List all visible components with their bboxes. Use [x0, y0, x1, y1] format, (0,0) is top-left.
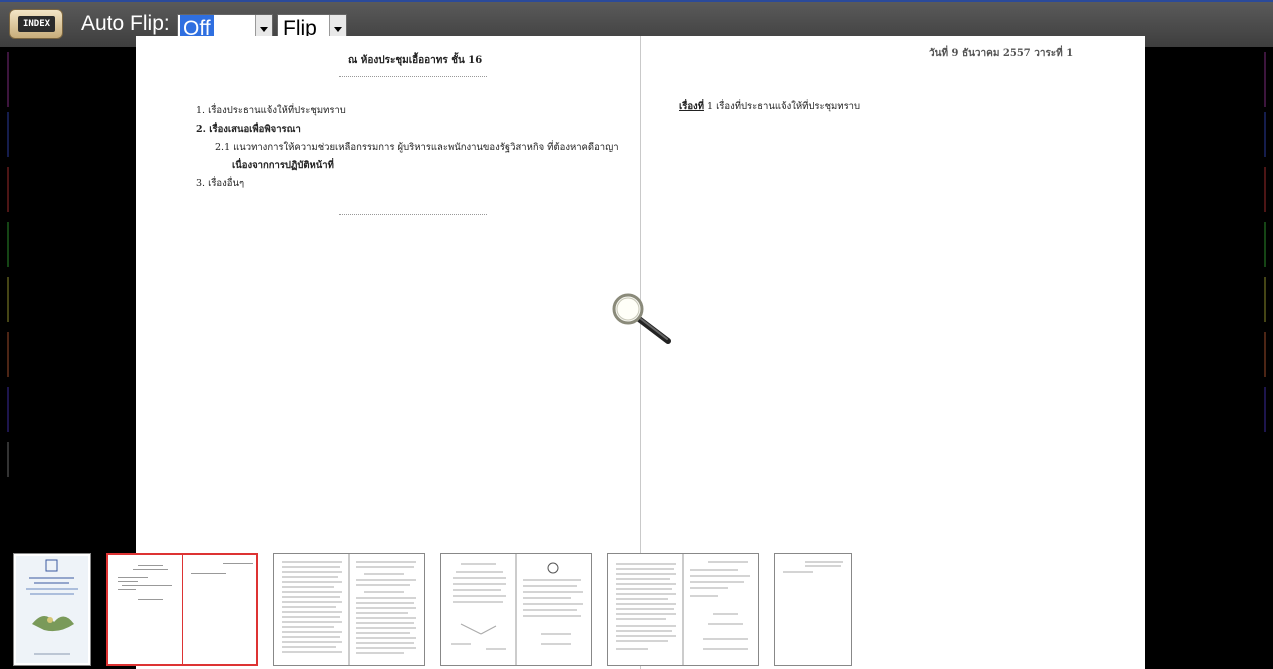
- thumbnail-text-graphic: [616, 554, 750, 665]
- thumbnail-left-half: [108, 555, 182, 664]
- thumbnail-pages-6-7[interactable]: [440, 553, 592, 666]
- thumbnail-text-graphic: [282, 554, 416, 665]
- right-page-date: วันที่ 9 ธันวาคม 2557 วาระที่ 1: [929, 48, 1074, 59]
- left-page-header: ณ ห้องประชุมเอื้ออาทร ชั้น 16: [348, 55, 483, 66]
- thumbnail-right-half: [182, 555, 256, 664]
- auto-flip-label: Auto Flip:: [81, 12, 170, 35]
- thumbnail-page-10[interactable]: [774, 553, 852, 666]
- magnifier-icon[interactable]: [611, 291, 673, 347]
- index-button[interactable]: INDEX: [9, 9, 63, 39]
- agenda-item-2: 2. เรื่องเสนอเพื่อพิจารณา: [196, 124, 301, 135]
- thumbnail-pages-8-9[interactable]: [607, 553, 759, 666]
- thumbnail-text-graphic: [783, 561, 843, 573]
- topic-text: 1 เรื่องที่ประธานแจ้งให้ที่ประชุมทราบ: [707, 101, 861, 112]
- index-button-label: INDEX: [18, 16, 55, 32]
- left-edge-strip: [7, 52, 9, 477]
- agenda-item-2-1: 2.1 แนวทางการให้ความช่วยเหลือกรรมการ ผู้…: [215, 142, 619, 153]
- agenda-item-1: 1. เรื่องประธานแจ้งให้ที่ประชุมทราบ: [196, 105, 346, 116]
- thumbnail-text-graphic: [451, 554, 583, 665]
- topic-line: เรื่องที่ 1 เรื่องที่ประธานแจ้งให้ที่ประ…: [679, 99, 860, 114]
- thumbnail-pages-4-5[interactable]: [273, 553, 425, 666]
- agenda-item-3: 3. เรื่องอื่นๆ: [196, 178, 245, 189]
- divider: [339, 214, 487, 215]
- topic-label: เรื่องที่: [679, 101, 704, 112]
- thumbnail-cover-graphic: [14, 554, 90, 665]
- right-edge-strip: [1264, 52, 1266, 432]
- agenda-item-2-1-cont: เนื่องจากการปฏิบัติหน้าที่: [232, 160, 334, 171]
- divider: [339, 76, 487, 77]
- thumbnail-pages-2-3[interactable]: [106, 553, 258, 666]
- thumbnail-cover[interactable]: [13, 553, 91, 666]
